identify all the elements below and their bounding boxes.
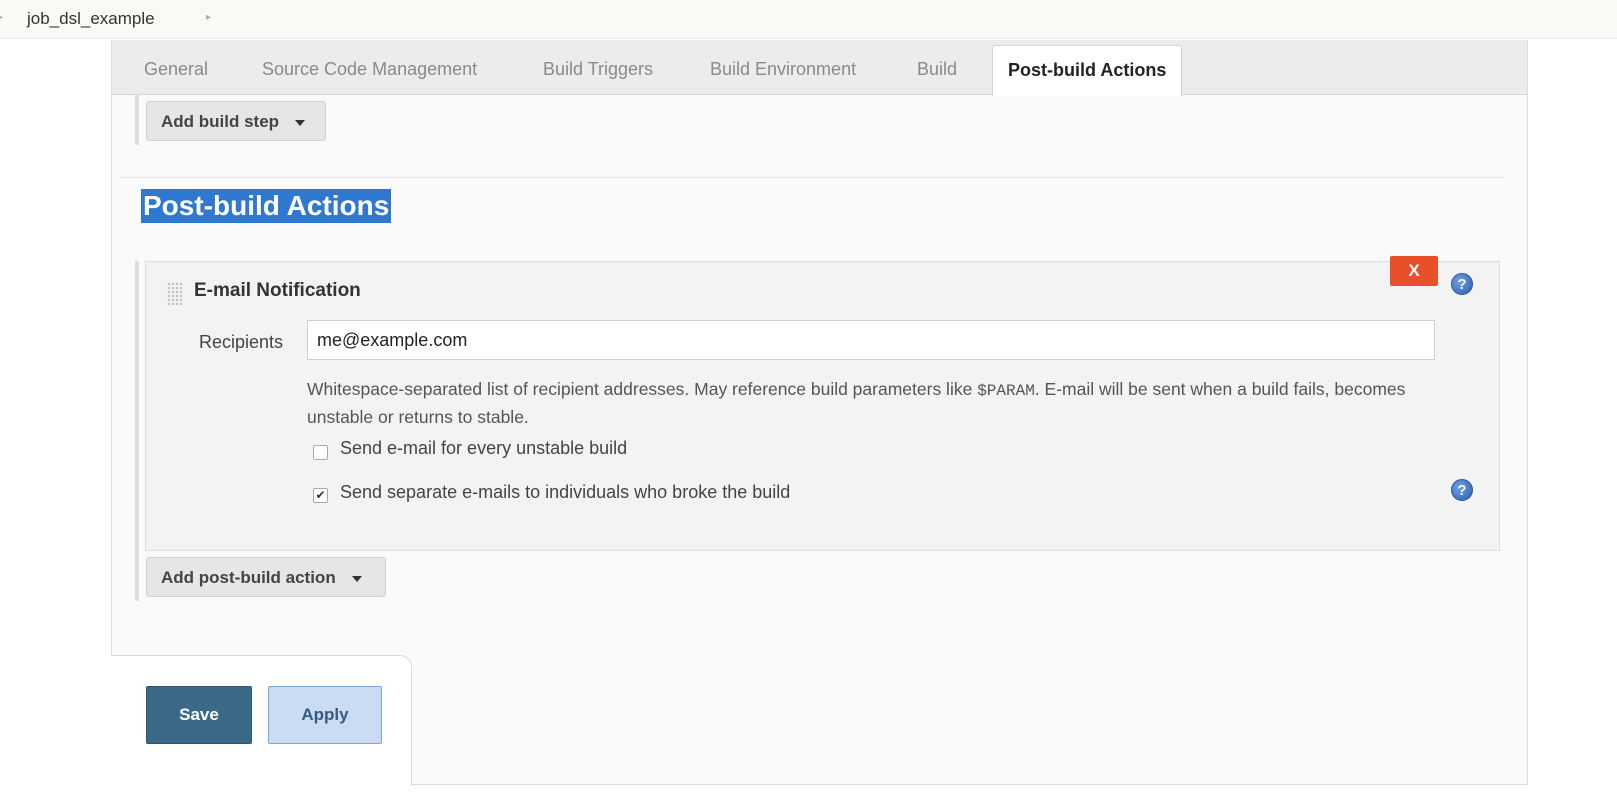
separate-emails-checkbox[interactable]: ✔ <box>313 488 328 503</box>
tab-build[interactable]: Build <box>917 40 957 94</box>
caret-down-icon <box>351 575 362 582</box>
build-section-rail <box>135 95 139 145</box>
drag-handle-icon[interactable] <box>167 282 183 306</box>
help-icon[interactable]: ? <box>1451 479 1473 501</box>
breadcrumb: ▸ job_dsl_example ▸ <box>0 0 1617 39</box>
separate-emails-label[interactable]: Send separate e-mails to individuals who… <box>340 482 790 503</box>
add-build-step-button[interactable]: Add build step <box>146 101 326 141</box>
breadcrumb-job-link[interactable]: job_dsl_example <box>27 9 155 29</box>
post-build-section-rail <box>135 261 139 601</box>
help-text-part: Whitespace-separated list of recipient a… <box>307 379 978 399</box>
post-build-heading: Post-build Actions <box>141 189 392 223</box>
tab-build-triggers[interactable]: Build Triggers <box>543 40 653 94</box>
recipients-label: Recipients <box>199 332 284 352</box>
tab-source-code-management[interactable]: Source Code Management <box>262 40 477 94</box>
tab-post-build-actions[interactable]: Post-build Actions <box>992 45 1183 96</box>
add-post-build-action-button[interactable]: Add post-build action <box>146 557 386 597</box>
tab-build-environment[interactable]: Build Environment <box>710 40 856 94</box>
remove-action-button[interactable]: X <box>1390 256 1438 286</box>
chevron-right-icon[interactable]: ▸ <box>206 12 211 23</box>
config-tabbar: General Source Code Management Build Tri… <box>112 40 1527 96</box>
recipients-input[interactable] <box>307 320 1435 360</box>
email-notification-title: E-mail Notification <box>194 280 361 301</box>
add-post-build-action-label: Add post-build action <box>161 568 336 587</box>
unstable-build-label[interactable]: Send e-mail for every unstable build <box>340 438 627 459</box>
unstable-build-checkbox[interactable] <box>313 445 328 460</box>
add-build-step-label: Add build step <box>161 112 280 131</box>
recipients-help-text: Whitespace-separated list of recipient a… <box>307 376 1417 430</box>
param-code: $PARAM <box>977 382 1035 400</box>
apply-button[interactable]: Apply <box>268 686 382 744</box>
caret-down-icon <box>295 119 306 126</box>
save-button[interactable]: Save <box>146 686 252 744</box>
help-icon[interactable]: ? <box>1451 273 1473 295</box>
tab-general[interactable]: General <box>144 40 208 94</box>
email-notification-card: E-mail Notification X ? Recipients White… <box>145 256 1500 551</box>
chevron-right-icon: ▸ <box>0 12 4 23</box>
section-divider <box>120 177 1505 178</box>
